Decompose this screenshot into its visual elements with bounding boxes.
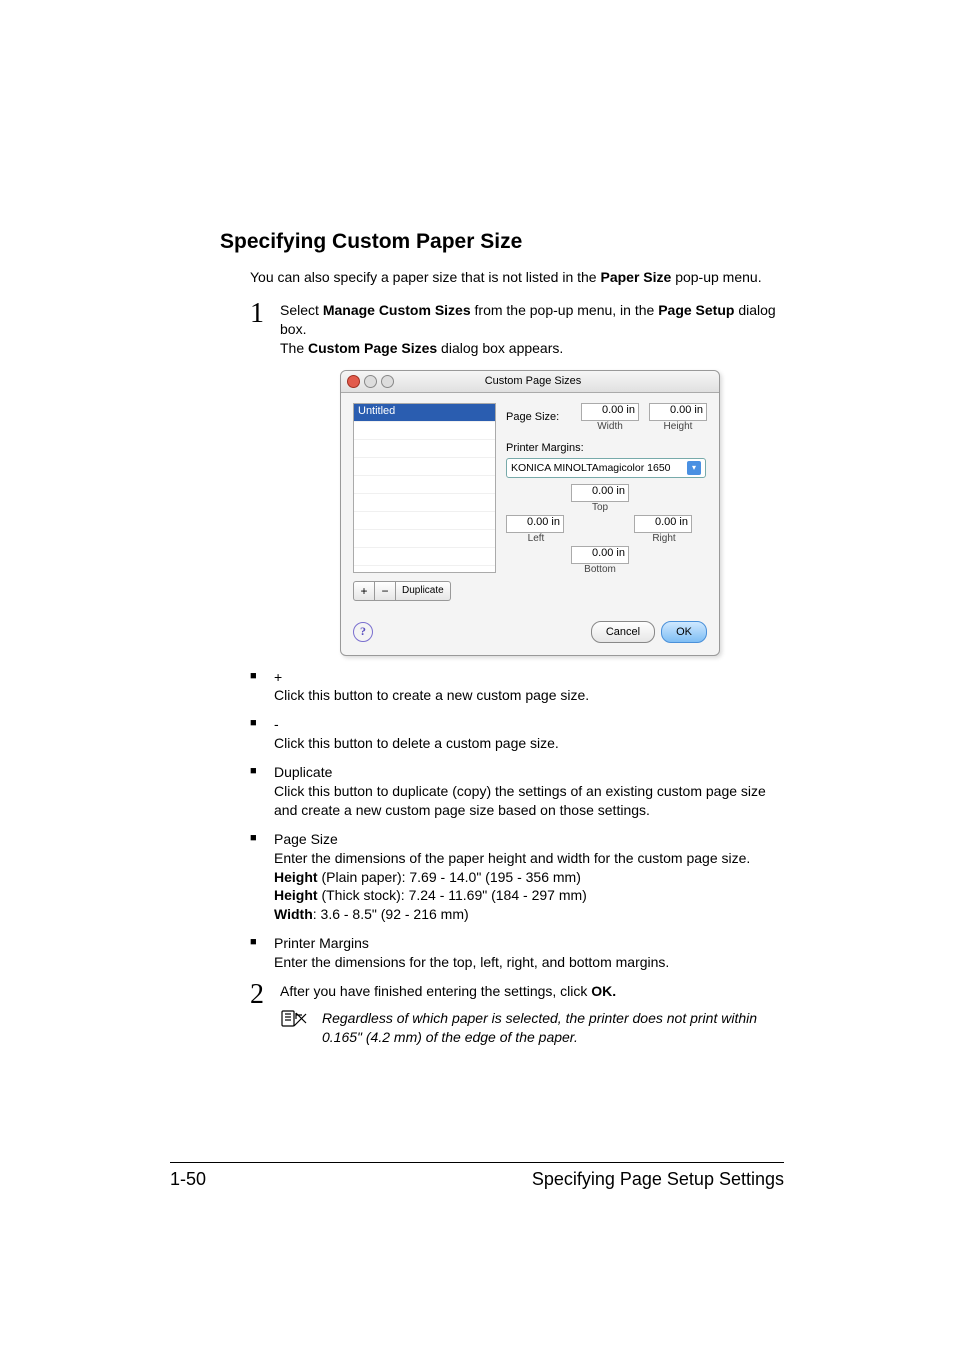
bullet-minus-text: Click this button to delete a custom pag… [274,735,559,751]
bullet-plus: + Click this button to create a new cust… [250,668,784,706]
note: Regardless of which paper is selected, t… [280,1009,784,1047]
bullet-duplicate-title: Duplicate [274,764,332,780]
intro-text-post: pop-up menu. [671,269,761,285]
remove-size-button[interactable]: − [375,581,396,601]
bullet-plus-title: + [274,669,282,685]
height-plain-text: (Plain paper): 7.69 - 14.0" (195 - 356 m… [318,869,581,885]
page-number: 1-50 [170,1169,206,1190]
definitions-list: + Click this button to create a new cust… [250,668,784,972]
printer-select-value: KONICA MINOLTAmagicolor 1650 [511,462,671,474]
ok-button[interactable]: OK [661,621,707,643]
height-thick-bold: Height [274,887,318,903]
dialog-titlebar: Custom Page Sizes [341,371,719,393]
step-1-text-1: Select [280,302,323,318]
step-1-bold-2: Page Setup [658,302,734,318]
add-size-button[interactable]: + [353,581,375,601]
chevron-updown-icon: ▾ [687,461,701,475]
footer-section-title: Specifying Page Setup Settings [532,1169,784,1190]
bullet-duplicate-text: Click this button to duplicate (copy) th… [274,783,766,818]
bullet-pm-title: Printer Margins [274,935,369,951]
page-footer: 1-50 Specifying Page Setup Settings [170,1162,784,1190]
margin-bottom-field[interactable]: 0.00 in [571,546,629,564]
custom-page-sizes-dialog: Custom Page Sizes Untitled Page Size: 0.… [340,370,720,656]
bullet-minus-title: - [274,716,279,732]
bullet-pm-text: Enter the dimensions for the top, left, … [274,954,669,970]
step-2-text-1: After you have finished entering the set… [280,983,591,999]
bullet-duplicate: Duplicate Click this button to duplicate… [250,763,784,820]
intro-paragraph: You can also specify a paper size that i… [250,268,784,287]
intro-text-pre: You can also specify a paper size that i… [250,269,600,285]
margin-right-label: Right [634,533,694,544]
step-1: 1 Select Manage Custom Sizes from the po… [280,301,784,358]
width-text: : 3.6 - 8.5" (92 - 216 mm) [313,906,469,922]
step-2-bold-1: OK. [591,983,616,999]
bullet-page-size-text: Enter the dimensions of the paper height… [274,850,750,866]
width-label: Width [581,421,639,432]
step-1-text-2: from the pop-up menu, in the [471,302,659,318]
margin-left-label: Left [506,533,566,544]
dialog-title: Custom Page Sizes [398,375,668,387]
note-icon [280,1009,308,1047]
note-text: Regardless of which paper is selected, t… [316,1009,784,1047]
help-icon[interactable]: ? [353,622,373,642]
printer-margins-label: Printer Margins: [506,442,707,454]
margin-left-field[interactable]: 0.00 in [506,515,564,533]
margin-bottom-label: Bottom [570,564,630,575]
intro-bold: Paper Size [600,269,671,285]
height-plain-bold: Height [274,869,318,885]
step-1-number: 1 [250,295,264,333]
custom-sizes-list[interactable]: Untitled [353,403,496,573]
width-bold: Width [274,906,313,922]
cancel-button[interactable]: Cancel [591,621,655,643]
step-2-number: 2 [250,976,264,1014]
close-icon[interactable] [347,375,360,388]
margin-top-field[interactable]: 0.00 in [571,484,629,502]
section-heading: Specifying Custom Paper Size [220,230,784,254]
margin-top-label: Top [570,502,630,513]
duplicate-button[interactable]: Duplicate [396,581,451,601]
step-1-line2-post: dialog box appears. [437,340,563,356]
bullet-page-size-title: Page Size [274,831,338,847]
bullet-page-size: Page Size Enter the dimensions of the pa… [250,830,784,924]
bullet-plus-text: Click this button to create a new custom… [274,687,589,703]
bullet-minus: - Click this button to delete a custom p… [250,715,784,753]
step-1-bold-1: Manage Custom Sizes [323,302,471,318]
step-1-line2-pre: The [280,340,308,356]
page-height-field[interactable]: 0.00 in [649,403,707,421]
printer-select[interactable]: KONICA MINOLTAmagicolor 1650 ▾ [506,458,706,478]
height-thick-text: (Thick stock): 7.24 - 11.69" (184 - 297 … [318,887,587,903]
step-1-line2-bold: Custom Page Sizes [308,340,437,356]
margin-right-field[interactable]: 0.00 in [634,515,692,533]
zoom-icon [381,375,394,388]
step-2: 2 After you have finished entering the s… [280,982,784,1001]
bullet-printer-margins: Printer Margins Enter the dimensions for… [250,934,784,972]
page-size-label: Page Size: [506,411,581,423]
list-item[interactable]: Untitled [354,404,495,422]
page-width-field[interactable]: 0.00 in [581,403,639,421]
minimize-icon [364,375,377,388]
height-label: Height [649,421,707,432]
